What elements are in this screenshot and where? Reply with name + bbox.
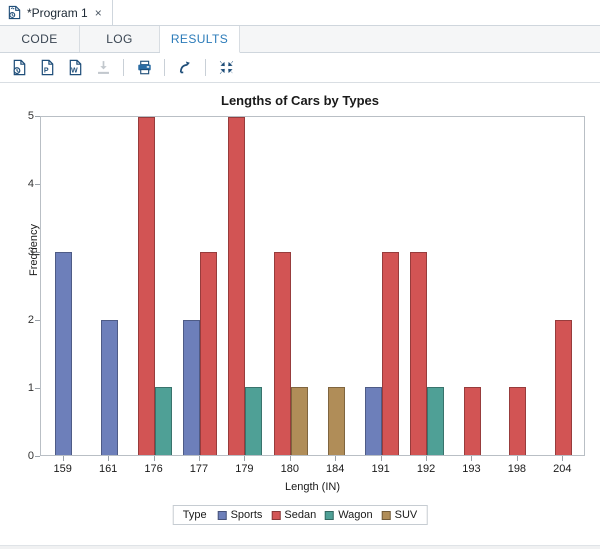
x-tick-label: 180 — [280, 463, 299, 475]
legend-swatch — [217, 510, 227, 520]
toolbar-separator-3 — [205, 59, 206, 76]
y-tick-label: 3 — [27, 246, 34, 258]
legend-swatch — [271, 510, 281, 520]
program-tab-label: *Program 1 — [27, 5, 88, 20]
bar — [245, 387, 263, 455]
results-toolbar: P W — [0, 53, 600, 83]
bar — [199, 252, 217, 455]
legend-label: Sports — [230, 509, 263, 521]
bar-series-layer — [41, 117, 584, 455]
bar — [182, 319, 200, 455]
tab-code[interactable]: CODE — [0, 26, 80, 52]
print-icon[interactable] — [131, 56, 157, 80]
bar — [327, 387, 345, 455]
bar — [154, 387, 172, 455]
x-tick-label: 176 — [144, 463, 163, 475]
sas-program-icon — [7, 5, 22, 20]
x-tick-mark — [62, 456, 64, 461]
x-tick-label: 191 — [371, 463, 390, 475]
tab-log[interactable]: LOG — [80, 26, 160, 52]
toolbar-separator-1 — [123, 59, 124, 76]
bar — [509, 387, 527, 455]
y-tick-mark — [35, 116, 40, 117]
x-tick-label: 184 — [326, 463, 345, 475]
x-tick-label: 179 — [235, 463, 254, 475]
x-tick-mark — [289, 456, 291, 461]
bar — [463, 387, 481, 455]
result-subtabs: CODE LOG RESULTS — [0, 26, 600, 53]
bar — [364, 387, 382, 455]
y-tick-label: 5 — [27, 110, 34, 122]
x-axis-ticks: 159 161 176 177 179 180 184 191 192 193 198 204 — [40, 456, 585, 480]
legend-item[interactable]: Sports — [217, 509, 263, 521]
x-tick-mark — [198, 456, 200, 461]
x-tick-label: 198 — [507, 463, 527, 475]
plot-area: Frequency 012345 — [28, 110, 585, 462]
y-tick-mark — [35, 320, 40, 321]
chart-title: Lengths of Cars by Types — [221, 93, 379, 108]
bar — [554, 319, 572, 455]
x-tick-mark — [244, 456, 246, 461]
toolbar-separator-2 — [164, 59, 165, 76]
open-pdf-icon[interactable]: P — [34, 56, 60, 80]
open-word-icon[interactable]: W — [62, 56, 88, 80]
download-icon[interactable] — [90, 56, 116, 80]
bar — [55, 252, 73, 455]
y-tick-label: 1 — [27, 382, 34, 394]
x-tick-label: 192 — [416, 463, 436, 475]
legend-label: Sedan — [284, 509, 317, 521]
results-chart: Lengths of Cars by Types Frequency 01234… — [0, 83, 600, 549]
bar — [228, 117, 246, 455]
bar — [427, 387, 445, 455]
svg-text:W: W — [71, 67, 78, 75]
bar — [100, 319, 118, 455]
y-tick-label: 2 — [27, 314, 34, 326]
bar — [381, 252, 399, 455]
x-tick-label: 193 — [462, 463, 481, 475]
legend-item[interactable]: Wagon — [325, 509, 373, 521]
y-tick-label: 4 — [27, 178, 34, 190]
y-tick-mark — [35, 388, 40, 389]
x-tick-mark — [426, 456, 428, 461]
y-tick-label: 0 — [27, 450, 34, 462]
open-in-new-window-icon[interactable] — [172, 56, 198, 80]
bar — [273, 252, 291, 455]
sas-studio-results-window: *Program 1 × CODE LOG RESULTS P W Length… — [0, 0, 600, 549]
legend-label: Wagon — [338, 509, 373, 521]
x-tick-mark — [153, 456, 155, 461]
panel-bottom-edge — [0, 545, 600, 549]
y-tick-mark — [35, 252, 40, 253]
x-tick-mark — [516, 456, 518, 461]
legend-item[interactable]: SUV — [381, 509, 418, 521]
tab-results[interactable]: RESULTS — [160, 26, 240, 53]
bar — [290, 387, 308, 455]
x-tick-mark — [335, 456, 337, 461]
legend-item[interactable]: Sedan — [271, 509, 316, 521]
y-tick-mark — [35, 184, 40, 185]
x-tick-mark — [380, 456, 382, 461]
x-tick-mark — [108, 456, 110, 461]
bar — [410, 252, 428, 455]
open-html-icon[interactable] — [6, 56, 32, 80]
program-tab[interactable]: *Program 1 × — [0, 0, 113, 25]
x-tick-mark — [471, 456, 473, 461]
x-tick-label: 161 — [98, 463, 118, 475]
legend-swatch — [325, 510, 335, 520]
x-tick-label: 204 — [553, 463, 572, 475]
x-tick-label: 177 — [189, 463, 209, 475]
collapse-icon[interactable] — [213, 56, 239, 80]
x-axis-label: Length (IN) — [284, 481, 341, 493]
x-tick-mark — [562, 456, 564, 461]
legend-swatch — [381, 510, 391, 520]
chart-legend: Type Sports Sedan Wagon SUV — [172, 505, 428, 525]
x-tick-label: 159 — [53, 463, 72, 475]
svg-text:P: P — [43, 67, 48, 75]
legend-label: SUV — [394, 509, 418, 521]
legend-title: Type — [182, 509, 207, 521]
window-tab-strip: *Program 1 × — [0, 0, 600, 26]
bar — [137, 117, 155, 455]
close-icon[interactable]: × — [93, 7, 104, 19]
